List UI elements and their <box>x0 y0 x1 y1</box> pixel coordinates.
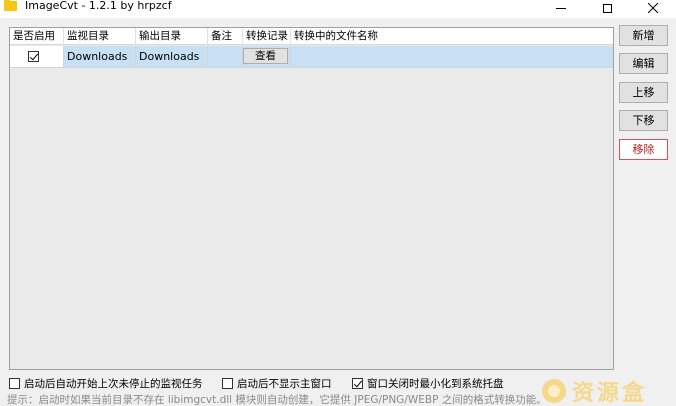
column-header-watch-dir[interactable]: 监视目录 <box>64 28 136 45</box>
cell-note[interactable] <box>208 46 243 68</box>
minimize-tray-label[interactable]: 窗口关闭时最小化到系统托盘 <box>367 378 504 390</box>
window-title: ImageCvt - 1.2.1 by hrpzcf <box>25 0 172 12</box>
hide-main-checkbox[interactable] <box>222 378 233 389</box>
row-enabled-checkbox[interactable] <box>28 51 39 62</box>
column-header-record[interactable]: 转换记录 <box>243 28 291 45</box>
cell-converting-file[interactable] <box>291 46 613 68</box>
option-auto-resume[interactable]: 启动后自动开始上次未停止的监视任务 <box>9 377 203 390</box>
column-header-note[interactable]: 备注 <box>208 28 243 45</box>
column-header-enabled[interactable]: 是否启用 <box>10 28 64 45</box>
watermark-text: 资源盒 <box>572 381 648 406</box>
option-minimize-tray[interactable]: 窗口关闭时最小化到系统托盘 <box>352 377 504 390</box>
column-header-output-dir[interactable]: 输出目录 <box>136 28 208 45</box>
cell-output-dir[interactable]: Downloads <box>136 46 208 68</box>
auto-resume-label[interactable]: 启动后自动开始上次未停止的监视任务 <box>24 378 203 390</box>
edit-button[interactable]: 编辑 <box>619 53 668 74</box>
close-button[interactable] <box>630 0 676 16</box>
auto-resume-checkbox[interactable] <box>9 378 20 389</box>
table-row[interactable]: Downloads Downloads 查看 <box>10 46 613 68</box>
minimize-icon <box>556 7 566 9</box>
minimize-tray-checkbox[interactable] <box>352 378 363 389</box>
move-down-button[interactable]: 下移 <box>619 110 668 131</box>
title-bar: ImageCvt - 1.2.1 by hrpzcf <box>0 0 676 18</box>
close-icon <box>648 3 658 13</box>
hint-text: 提示：启动时如果当前目录不存在 libimgcvt.dll 模块则自动创建，它提… <box>7 394 547 406</box>
maximize-button[interactable] <box>584 0 630 16</box>
remove-button[interactable]: 移除 <box>619 139 668 160</box>
watermark-logo-icon <box>542 379 566 403</box>
view-record-button[interactable]: 查看 <box>243 48 288 64</box>
watermark: 资源盒 <box>542 376 672 406</box>
table-header: 是否启用 监视目录 输出目录 备注 转换记录 转换中的文件名称 <box>10 28 613 45</box>
column-header-converting-file[interactable]: 转换中的文件名称 <box>291 28 613 45</box>
folder-icon <box>4 0 17 11</box>
move-up-button[interactable]: 上移 <box>619 82 668 103</box>
option-hide-main[interactable]: 启动后不显示主窗口 <box>222 377 332 390</box>
cell-watch-dir[interactable]: Downloads <box>64 46 136 68</box>
maximize-icon <box>602 3 612 13</box>
add-button[interactable]: 新增 <box>619 25 668 46</box>
hide-main-label[interactable]: 启动后不显示主窗口 <box>237 378 332 390</box>
minimize-button[interactable] <box>538 0 584 16</box>
task-table[interactable]: 是否启用 监视目录 输出目录 备注 转换记录 转换中的文件名称 Download… <box>9 27 614 370</box>
cell-enabled[interactable] <box>10 46 64 68</box>
